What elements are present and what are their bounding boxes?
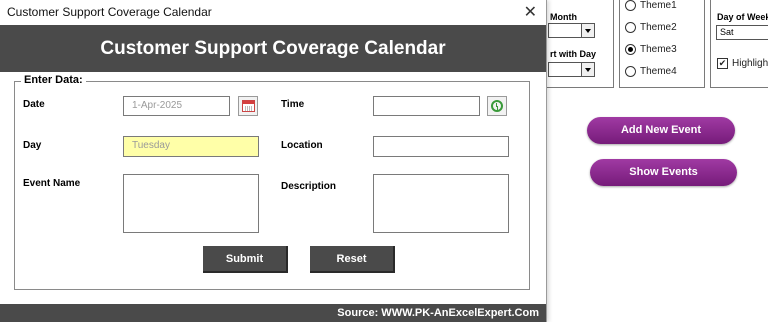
- event-entry-window: Customer Support Coverage Calendar ✕ Cus…: [0, 0, 547, 322]
- theme-option-3[interactable]: Theme3: [625, 44, 677, 55]
- theme-label: Theme3: [640, 44, 677, 55]
- day-of-week-label: Day of Week: [717, 12, 768, 22]
- radio-button[interactable]: [625, 0, 636, 11]
- location-label: Location: [281, 140, 323, 151]
- date-value: 1-Apr-2025: [132, 100, 183, 111]
- theme-label: Theme2: [640, 22, 677, 33]
- highlight-label: Highligh: [732, 58, 768, 69]
- calendar-icon: [242, 100, 255, 112]
- day-field: Tuesday: [123, 136, 259, 157]
- check-icon[interactable]: ✔: [717, 58, 728, 69]
- radio-button-selected[interactable]: [625, 44, 636, 55]
- theme-label: Theme4: [640, 66, 677, 77]
- day-of-week-dropdown[interactable]: Sat: [716, 25, 768, 40]
- enter-data-legend: Enter Data:: [21, 74, 86, 86]
- description-field[interactable]: [373, 174, 509, 233]
- radio-button[interactable]: [625, 22, 636, 33]
- theme-option-1[interactable]: Theme1: [625, 0, 677, 11]
- chevron-down-icon[interactable]: [581, 63, 594, 76]
- theme-option-4[interactable]: Theme4: [625, 66, 677, 77]
- close-icon[interactable]: ✕: [524, 2, 537, 22]
- theme-option-2[interactable]: Theme2: [625, 22, 677, 33]
- time-field[interactable]: [373, 96, 480, 116]
- day-of-week-value: Sat: [720, 27, 734, 37]
- clock-icon: [491, 100, 503, 112]
- time-picker-button[interactable]: [487, 96, 507, 116]
- highlight-checkbox[interactable]: ✔ Highligh: [717, 58, 768, 69]
- form-header: Customer Support Coverage Calendar: [0, 25, 546, 72]
- window-titlebar: Customer Support Coverage Calendar ✕: [0, 0, 546, 24]
- window-title: Customer Support Coverage Calendar: [7, 5, 212, 19]
- date-field[interactable]: 1-Apr-2025: [123, 96, 230, 116]
- radio-button[interactable]: [625, 66, 636, 77]
- reset-button[interactable]: Reset: [310, 246, 395, 273]
- form-body: Enter Data: Date 1-Apr-2025 Time Day Tue…: [0, 72, 546, 304]
- show-events-button[interactable]: Show Events: [590, 159, 737, 186]
- add-new-event-button[interactable]: Add New Event: [587, 117, 735, 144]
- theme-label: Theme1: [640, 0, 677, 11]
- time-label: Time: [281, 99, 305, 110]
- event-name-label: Event Name: [23, 178, 81, 189]
- day-value: Tuesday: [132, 140, 170, 151]
- month-dropdown[interactable]: [548, 23, 595, 38]
- event-name-field[interactable]: [123, 174, 259, 233]
- footer-band: Source: WWW.PK-AnExcelExpert.Com: [0, 304, 546, 322]
- date-label: Date: [23, 99, 45, 110]
- source-credit: Source: WWW.PK-AnExcelExpert.Com: [337, 307, 539, 319]
- start-with-day-label: rt with Day: [550, 49, 597, 59]
- date-picker-button[interactable]: [238, 96, 258, 116]
- start-day-dropdown[interactable]: [548, 62, 595, 77]
- submit-button[interactable]: Submit: [203, 246, 288, 273]
- month-label: Month: [550, 12, 577, 22]
- description-label: Description: [281, 181, 337, 192]
- day-label: Day: [23, 140, 42, 151]
- chevron-down-icon[interactable]: [581, 24, 594, 37]
- location-field[interactable]: [373, 136, 509, 157]
